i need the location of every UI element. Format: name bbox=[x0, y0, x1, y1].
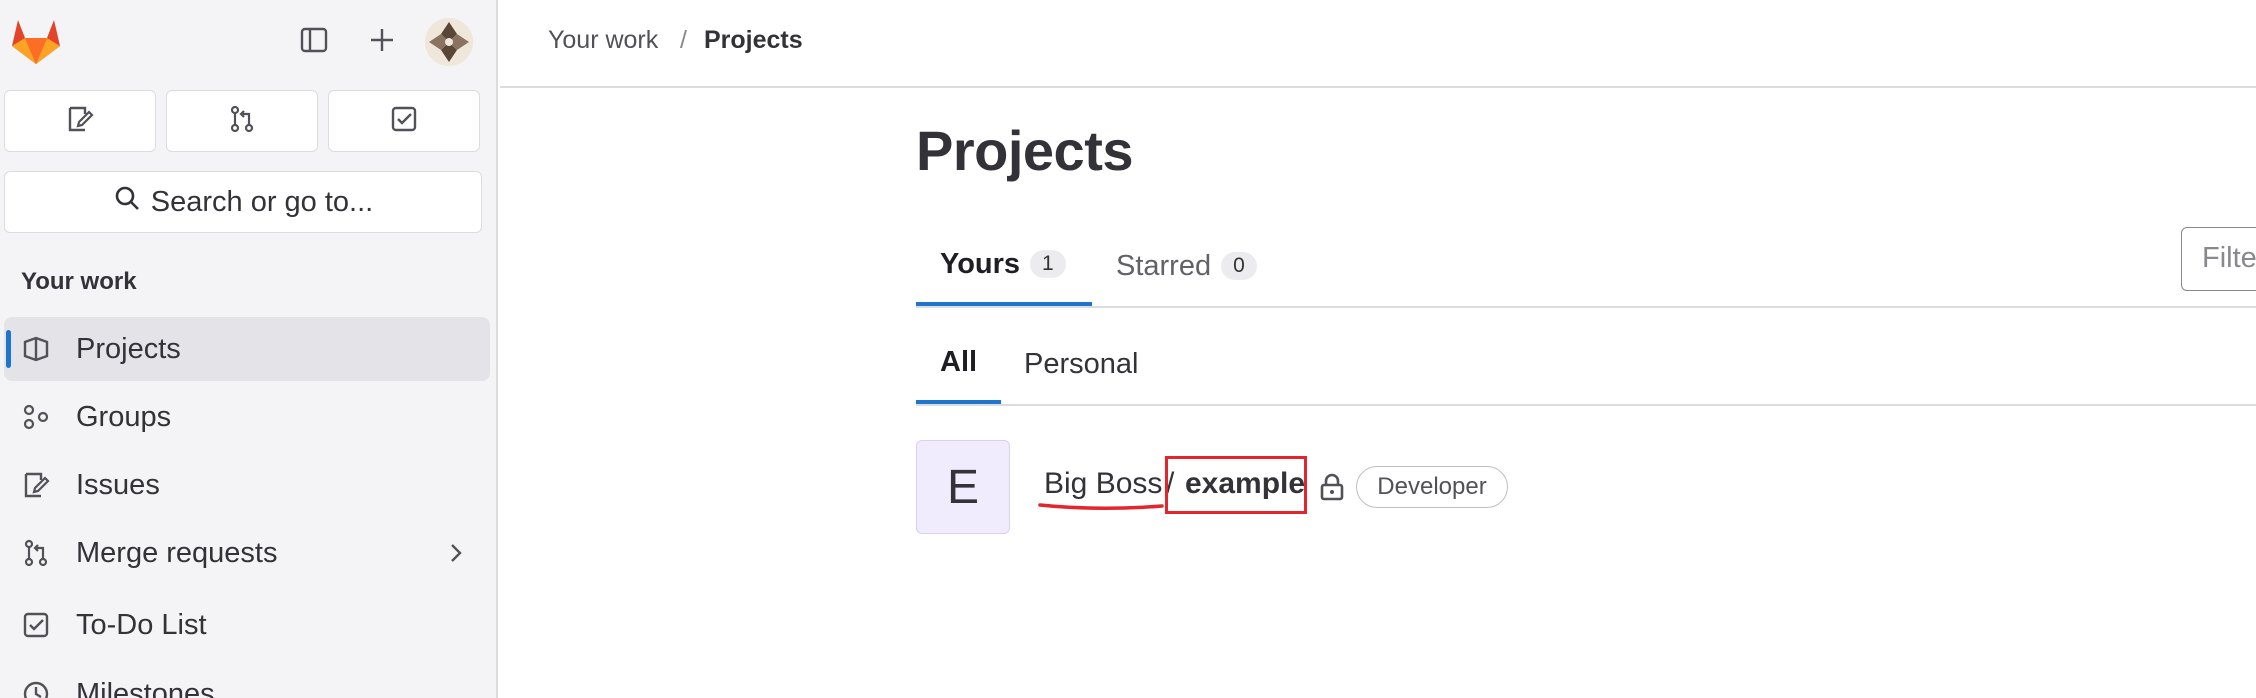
sidebar-item-milestones[interactable]: Milestones bbox=[4, 662, 490, 698]
tab-label: Starred bbox=[1116, 249, 1212, 282]
issues-quick-button[interactable] bbox=[4, 90, 156, 152]
filter-input[interactable]: Filter by name bbox=[2181, 227, 2256, 291]
sidebar-item-label: Milestones bbox=[76, 677, 215, 698]
search-button[interactable]: Search or go to... bbox=[4, 171, 482, 233]
sidebar-item-label: Groups bbox=[76, 400, 172, 433]
tab-yours[interactable]: Yours 1 bbox=[916, 226, 1092, 306]
group-icon bbox=[18, 399, 54, 435]
role-badge: Developer bbox=[1356, 466, 1508, 508]
sidebar-item-projects[interactable]: Projects bbox=[4, 317, 490, 381]
chevron-right-icon bbox=[444, 541, 468, 565]
sidebar-item-label: Merge requests bbox=[76, 536, 278, 569]
project-tabs: Yours 1 Starred 0 bbox=[916, 226, 2256, 308]
annotation-underline bbox=[1038, 503, 1164, 511]
active-indicator bbox=[6, 330, 11, 368]
page-title: Projects bbox=[916, 119, 1134, 182]
sidebar-item-label: Issues bbox=[76, 468, 160, 501]
project-subtabs: All Personal bbox=[916, 324, 2256, 406]
search-label: Search or go to... bbox=[150, 185, 374, 218]
tab-count-badge: 1 bbox=[1030, 250, 1066, 278]
issues-icon bbox=[18, 467, 54, 503]
annotation-highlight-box bbox=[1165, 456, 1307, 514]
user-avatar[interactable] bbox=[425, 18, 473, 66]
clock-icon bbox=[18, 676, 54, 698]
top-bar: Your work / Projects bbox=[500, 0, 2256, 88]
sidebar-toggle-icon[interactable] bbox=[294, 20, 334, 60]
merge-request-icon bbox=[227, 104, 257, 139]
sidebar-item-label: Projects bbox=[76, 332, 181, 365]
subtab-personal[interactable]: Personal bbox=[1024, 324, 1138, 404]
sidebar: Search or go to... Your work Projects Gr… bbox=[0, 0, 498, 698]
breadcrumb-your-work[interactable]: Your work bbox=[548, 26, 658, 55]
project-avatar[interactable]: E bbox=[916, 440, 1010, 534]
sidebar-item-merge-requests[interactable]: Merge requests bbox=[4, 521, 490, 585]
tab-label: Yours bbox=[940, 247, 1021, 280]
merge-request-icon bbox=[18, 535, 54, 571]
issues-icon bbox=[65, 104, 95, 139]
project-namespace-link[interactable]: Big Boss bbox=[1044, 467, 1162, 501]
gitlab-logo-icon[interactable] bbox=[10, 16, 62, 66]
sidebar-item-issues[interactable]: Issues bbox=[4, 453, 490, 517]
sidebar-item-label: To-Do List bbox=[76, 608, 207, 641]
section-title: Your work bbox=[21, 268, 137, 295]
breadcrumb-projects: Projects bbox=[704, 26, 803, 54]
tab-count-badge: 0 bbox=[1221, 252, 1257, 280]
tab-starred[interactable]: Starred 0 bbox=[1116, 226, 1286, 306]
todo-icon bbox=[389, 104, 419, 139]
plus-icon[interactable] bbox=[362, 20, 402, 60]
lock-icon bbox=[1318, 472, 1346, 502]
merge-requests-quick-button[interactable] bbox=[166, 90, 318, 152]
sidebar-item-todo-list[interactable]: To-Do List bbox=[4, 593, 490, 657]
todo-icon bbox=[18, 607, 54, 643]
project-icon bbox=[18, 331, 54, 367]
search-icon bbox=[113, 184, 141, 220]
sidebar-item-groups[interactable]: Groups bbox=[4, 385, 490, 449]
breadcrumb-separator: / bbox=[680, 26, 687, 54]
todo-quick-button[interactable] bbox=[328, 90, 480, 152]
subtab-all[interactable]: All bbox=[916, 324, 1001, 404]
